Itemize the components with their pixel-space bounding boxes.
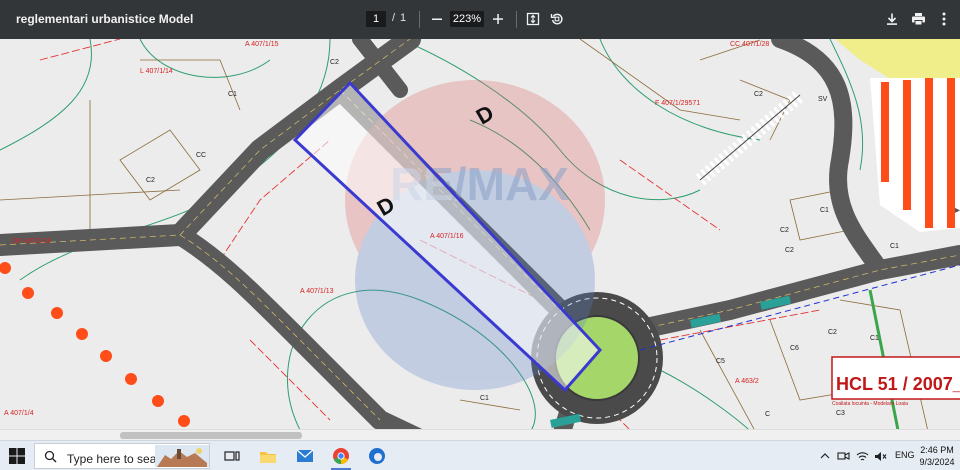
camera-icon [836,452,850,460]
map-label: C [765,411,770,418]
taskbar-mail[interactable] [295,446,315,466]
print-button[interactable] [907,9,929,29]
map-label: C1 [480,395,489,402]
chevron-up-icon [820,453,830,459]
rotate-icon [550,13,563,25]
taskbar-app[interactable] [367,446,387,466]
map-label: A 407/1/16 [430,233,464,240]
pdf-viewer[interactable]: RE/MAX A 407/1/15 CC 407/1/28 L 407/1/14… [0,39,960,439]
map-label: C2 [330,59,339,66]
zoom-out-button[interactable] [426,9,448,29]
horizontal-scrollbar[interactable] [0,429,960,440]
taskbar-search-box[interactable]: Type here to search [34,443,210,469]
plan-stamp-subtitle: Coaliata locuinta - Modelare Loaia [832,401,908,407]
taskbar-chrome[interactable] [331,446,351,466]
map-label: A 463/2 [735,378,759,385]
map-label: A 407/1/4 [4,410,34,417]
more-actions-button[interactable] [933,9,955,29]
urban-plan-map: RE/MAX A 407/1/15 CC 407/1/28 L 407/1/14… [0,39,960,439]
chrome-icon [333,448,349,464]
clock-date: 9/3/2024 [919,457,955,467]
map-label: C2 [828,329,837,336]
map-label: C5 [716,358,725,365]
pdf-toolbar: reglementari urbanistice Model 1 / 1 223… [0,0,960,39]
start-button[interactable] [8,447,26,465]
map-label: C2 [754,91,763,98]
map-label: C1 [870,335,879,342]
map-label: C1 [228,91,237,98]
map-label: A 407/1/13 [300,288,334,295]
mail-icon [296,449,314,462]
map-label: SV [818,96,828,103]
task-view-button[interactable] [222,446,242,466]
minus-icon [432,18,442,20]
meet-now-button[interactable] [836,446,850,466]
windows-logo-icon [9,448,25,464]
fit-page-button[interactable] [522,9,544,29]
map-label: F 407/1/29571 [655,100,700,107]
taskbar-file-explorer[interactable] [258,446,278,466]
map-label: CC 407/1/28 [730,41,769,48]
volume-button[interactable] [873,446,887,466]
map-label: C1 [890,243,899,250]
zoom-level-input[interactable]: 223% [450,11,484,27]
scrollbar-thumb[interactable] [120,432,302,439]
toolbar-divider [516,11,517,28]
search-icon [44,450,57,463]
map-label: C6 [790,345,799,352]
download-button[interactable] [881,9,903,29]
page-total: 1 [400,12,407,24]
zoom-in-button[interactable] [487,9,509,29]
taskbar-clock[interactable]: 2:46 PM 9/3/2024 [918,444,956,468]
scroll-right-arrow-icon[interactable]: ▸ [955,205,960,216]
map-label: C2 [780,227,789,234]
map-label: A 407/1/15 [245,41,279,48]
map-label: C2 [146,177,155,184]
page-separator: / [392,12,396,24]
page-number-input[interactable]: 1 [366,11,386,27]
wifi-icon [856,451,868,460]
network-button[interactable] [855,446,869,466]
input-language[interactable]: ENG [895,450,915,460]
search-highlight-image [155,445,209,467]
download-icon [887,13,897,25]
map-label: L 407/1/14 [140,68,173,75]
map-label: DE 407/1/14 [12,238,51,245]
toolbar-divider [419,11,420,28]
map-label: C3 [836,410,845,417]
edge-icon [369,448,385,464]
document-title: reglementari urbanistice Model [16,12,194,26]
fit-to-page-icon [526,12,540,26]
rotate-button[interactable] [546,9,568,29]
map-label: CC [196,152,206,159]
clock-time: 2:46 PM [920,445,954,455]
plus-icon [493,14,503,24]
show-hidden-icons-button[interactable] [819,446,831,466]
more-vertical-icon [942,12,946,26]
windows-taskbar: Type here to search ENG 2:46 PM 9/3/2024 [0,440,960,470]
plan-stamp: HCL 51 / 2007_PUD [836,374,960,394]
map-label: C1 [820,207,829,214]
map-label: C2 [785,247,794,254]
task-view-icon [224,451,240,461]
print-icon [911,13,925,26]
volume-muted-icon [874,451,886,461]
folder-icon [260,451,276,463]
